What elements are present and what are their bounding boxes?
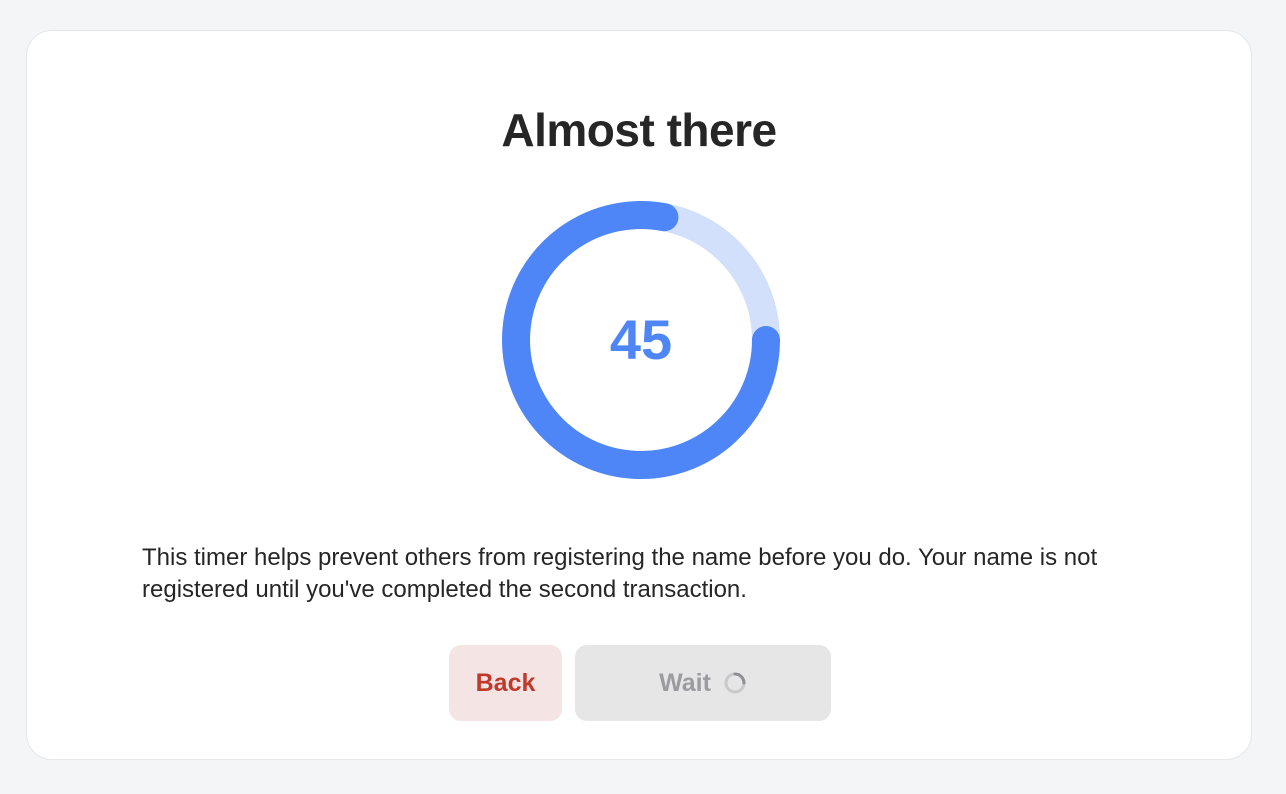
spinner-icon <box>724 672 746 694</box>
wait-button[interactable]: Wait <box>575 645 831 721</box>
page-title: Almost there <box>501 104 777 156</box>
countdown-seconds: 45 <box>609 308 673 371</box>
timer-description: This timer helps prevent others from reg… <box>142 544 1098 603</box>
back-button-label: Back <box>475 668 536 697</box>
registration-card: Almost there 45 This timer helps prevent… <box>26 30 1252 760</box>
countdown-timer: 45 <box>501 200 781 480</box>
back-button[interactable]: Back <box>449 645 562 721</box>
wait-button-label: Wait <box>659 668 711 697</box>
